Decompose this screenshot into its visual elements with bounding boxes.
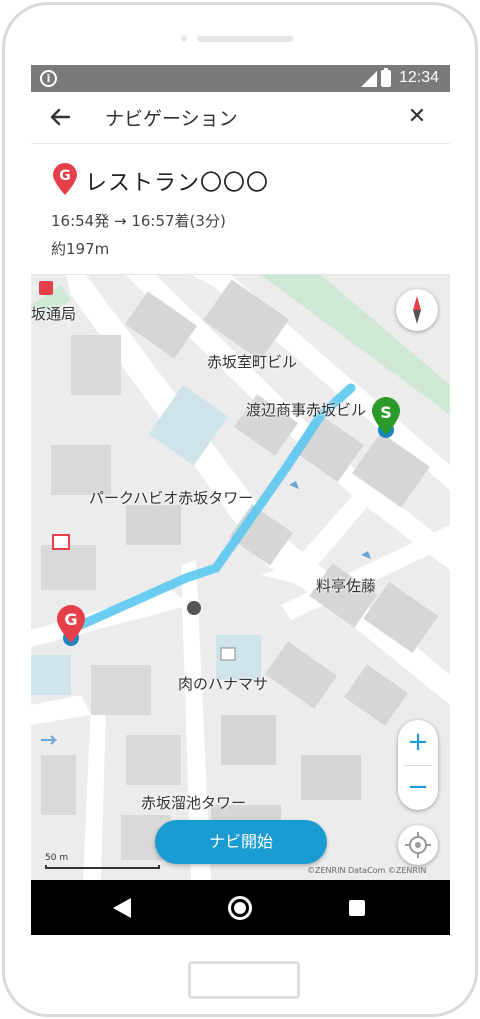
zoom-out-button[interactable]: − <box>398 765 438 810</box>
nav-home-icon[interactable] <box>228 896 252 920</box>
compass-button[interactable] <box>396 289 438 331</box>
current-location-button[interactable] <box>398 825 438 865</box>
scale-label: 50 m <box>45 853 69 863</box>
system-nav-bar <box>31 880 450 935</box>
goal-pin-letter: G <box>59 168 71 184</box>
zoom-control: + − <box>398 720 438 810</box>
post-office-icon <box>39 281 53 295</box>
page-title: ナビゲーション <box>105 108 238 130</box>
close-icon[interactable]: ✕ <box>403 103 431 131</box>
map-label-watanabe: 渡辺商事赤坂ビル <box>246 401 367 419</box>
route-distance: 約197m <box>51 240 110 258</box>
map-copyright: ©ZENRIN DataCom ©ZENRIN <box>307 866 427 875</box>
compass-icon <box>413 296 421 324</box>
map-label-akasaka-post: 坂通局 <box>31 305 77 323</box>
info-icon: i <box>40 70 57 87</box>
status-bar: i 12:34 <box>31 65 450 92</box>
hardware-home-button[interactable] <box>188 961 300 999</box>
screen: i 12:34 ナビゲーション ✕ G レストラン〇〇〇 16:54発 → 16… <box>31 65 450 935</box>
app-bar: ナビゲーション ✕ <box>31 92 450 144</box>
map-label-akasaka-tameike: 赤坂溜池タワー <box>141 794 247 812</box>
route-summary-card: G レストラン〇〇〇 16:54発 → 16:57着(3分) 約197m <box>31 145 450 275</box>
map-label-park-habio: パークハビオ赤坂タワー <box>89 489 254 507</box>
crosshair-icon <box>405 832 431 858</box>
goal-pin-icon: G <box>53 163 77 195</box>
shopping-cart-icon <box>220 647 236 661</box>
back-arrow-icon[interactable] <box>45 102 75 132</box>
nav-back-icon[interactable] <box>111 896 133 920</box>
map-label-niku-hanamasa: 肉のハナマサ <box>178 675 269 693</box>
map-label-akasaka-muromachi: 赤坂室町ビル <box>207 353 298 371</box>
store-icon <box>52 534 70 550</box>
police-box-icon <box>187 601 201 615</box>
scale-bar <box>45 865 160 869</box>
zoom-in-button[interactable]: + <box>398 720 438 765</box>
map-label-ryotei-sato: 料亭佐藤 <box>316 577 377 595</box>
status-time: 12:34 <box>399 69 440 86</box>
start-pin-letter: S <box>380 403 392 422</box>
destination-name: レストラン〇〇〇 <box>85 171 270 196</box>
speaker-grill <box>197 36 293 42</box>
start-navigation-button[interactable]: ナビ開始 <box>155 820 327 864</box>
goal-map-pin-letter: G <box>64 610 77 629</box>
front-camera <box>181 36 187 42</box>
map-view[interactable]: S G 坂通局 赤坂室町ビル 渡辺商事赤坂ビル パークハビオ赤坂タワー 料亭佐藤… <box>31 275 450 880</box>
departure-arrival-time: 16:54発 → 16:57着(3分) <box>51 212 226 230</box>
battery-icon <box>381 68 391 87</box>
nav-recent-apps-icon[interactable] <box>349 900 365 916</box>
signal-icon <box>361 71 377 87</box>
